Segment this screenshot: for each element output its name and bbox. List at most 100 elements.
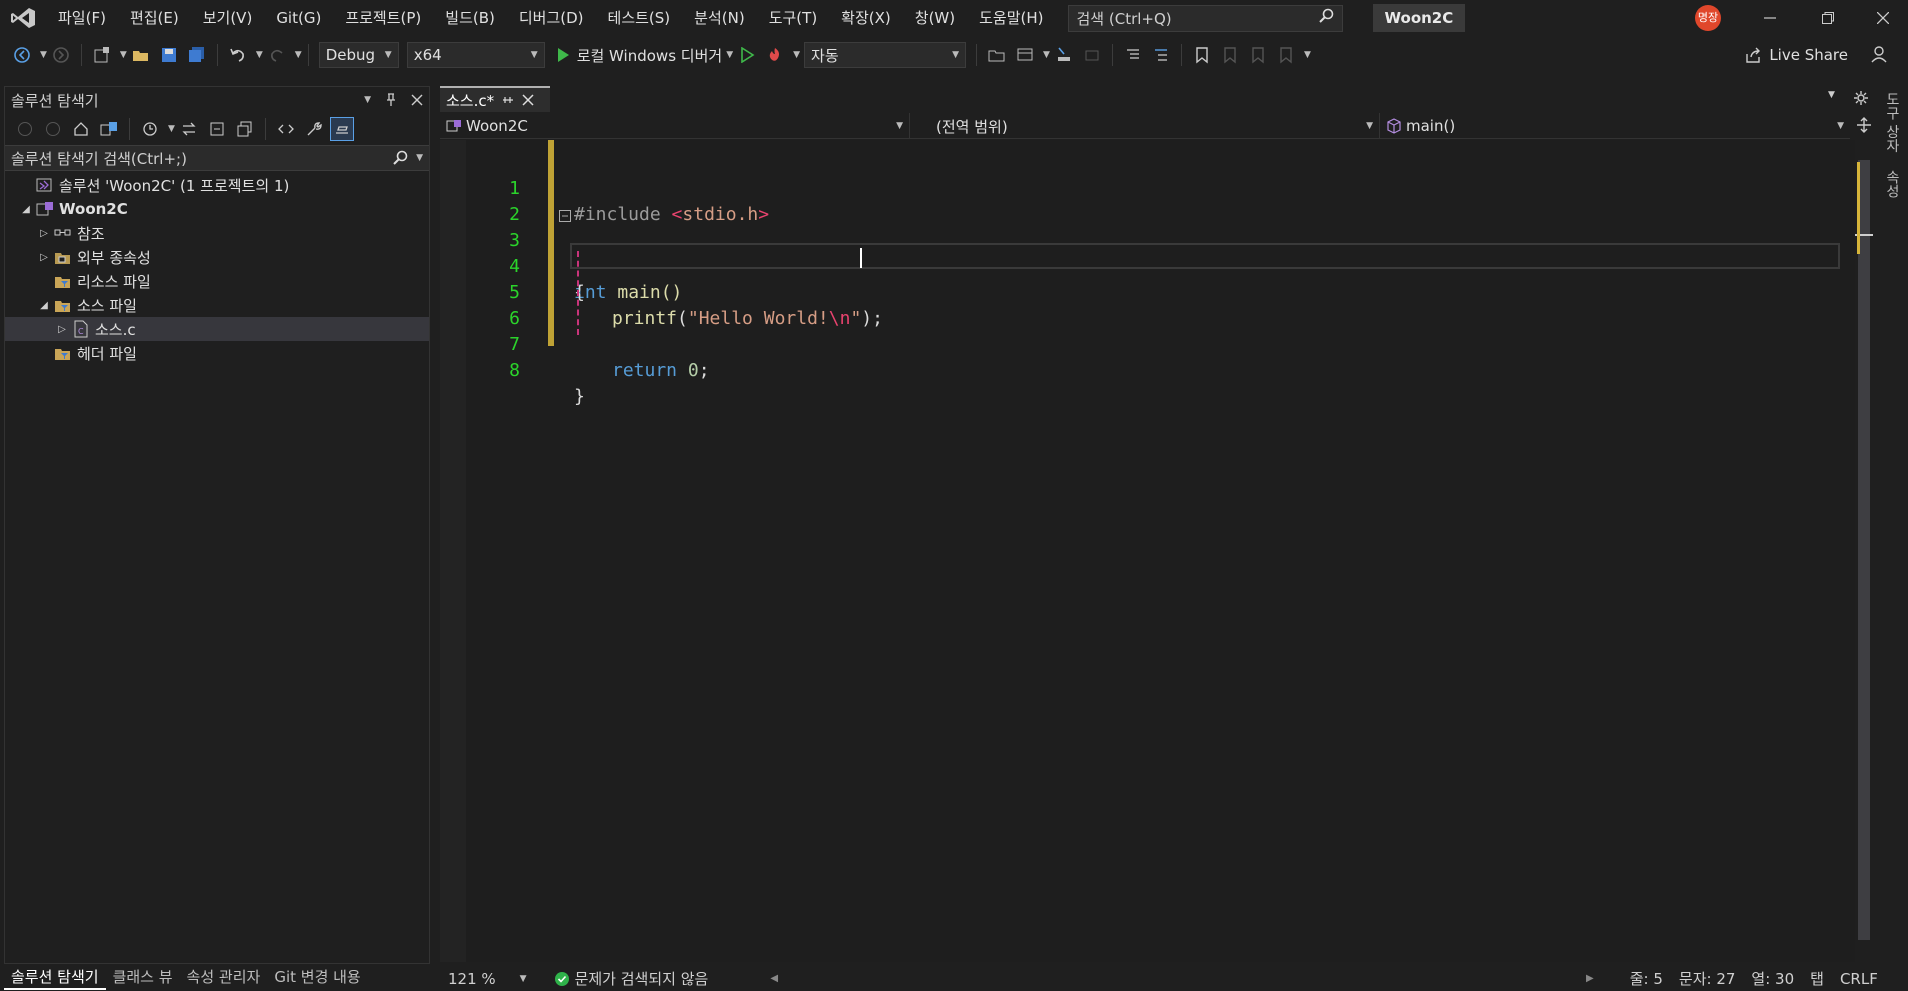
visual-studio-logo-icon[interactable] <box>0 0 46 36</box>
expanded-chevron-icon[interactable]: ◢ <box>17 204 35 215</box>
minimize-button[interactable] <box>1742 0 1798 36</box>
vertical-scrollbar[interactable] <box>1855 140 1873 962</box>
zoom-level[interactable]: 121 % ▼ <box>440 970 535 988</box>
show-all-files-icon[interactable] <box>233 117 257 141</box>
new-project-icon[interactable] <box>90 43 114 67</box>
solution-explorer-search[interactable]: 솔루션 탐색기 검색(Ctrl+;) ▼ <box>5 145 429 171</box>
scope-dropdown[interactable]: (전역 범위) ▼ <box>910 113 1380 139</box>
open-folder-icon[interactable] <box>129 43 153 67</box>
save-icon[interactable] <box>157 43 181 67</box>
save-all-icon[interactable] <box>185 43 209 67</box>
live-share-button[interactable]: Live Share <box>1745 46 1848 64</box>
scroll-left-icon[interactable]: ◀ <box>762 973 786 984</box>
menu-item[interactable]: 도구(T) <box>757 0 829 36</box>
uncomment-lines-icon[interactable] <box>1149 43 1173 67</box>
pending-changes-icon[interactable] <box>138 117 162 141</box>
tab-list-chevron-down-icon[interactable]: ▼ <box>1828 90 1835 100</box>
global-search-box[interactable]: 검색 (Ctrl+Q) <box>1067 4 1343 32</box>
configuration-select[interactable]: Debug ▼ <box>318 42 399 68</box>
menu-item[interactable]: 확장(X) <box>829 0 903 36</box>
view-code-icon[interactable] <box>274 117 298 141</box>
start-without-debugging-icon[interactable] <box>735 43 759 67</box>
pin-tab-icon[interactable] <box>502 94 514 106</box>
chevron-down-icon[interactable]: ▼ <box>256 50 263 60</box>
close-tab-icon[interactable] <box>522 94 534 106</box>
chevron-down-icon[interactable]: ▼ <box>416 153 423 163</box>
scroll-right-icon[interactable]: ▶ <box>1578 973 1602 984</box>
menu-item[interactable]: 창(W) <box>903 0 967 36</box>
redo-icon[interactable] <box>265 43 289 67</box>
tab-source-c[interactable]: 소스.c* <box>440 86 550 112</box>
toolbar-overflow-icon[interactable]: ▼ <box>1304 50 1311 60</box>
column-indicator[interactable]: 열: 30 <box>1743 968 1802 989</box>
collapsed-chevron-icon[interactable]: ▷ <box>35 252 53 263</box>
preview-selected-items-icon[interactable] <box>329 117 354 141</box>
chevron-down-icon[interactable]: ▼ <box>793 50 800 60</box>
chevron-down-icon[interactable]: ▼ <box>120 50 127 60</box>
chevron-down-icon[interactable]: ▼ <box>295 50 302 60</box>
line-indicator[interactable]: 줄: 5 <box>1622 968 1671 989</box>
menu-item[interactable]: 파일(F) <box>46 0 118 36</box>
tree-item[interactable]: 리소스 파일 <box>5 269 429 293</box>
hot-reload-icon[interactable] <box>763 43 787 67</box>
step-over-icon[interactable] <box>1080 43 1104 67</box>
switch-views-icon[interactable] <box>97 117 121 141</box>
project-dropdown[interactable]: Woon2C ▼ <box>440 113 910 139</box>
chevron-down-icon[interactable]: ▼ <box>40 50 47 60</box>
expanded-chevron-icon[interactable]: ◢ <box>35 300 53 311</box>
menu-item[interactable]: Git(G) <box>264 0 333 36</box>
start-debugging-icon[interactable] <box>551 43 575 67</box>
tree-item[interactable]: ▷ 외부 종속성 <box>5 245 429 269</box>
panel-menu-chevron-down-icon[interactable]: ▼ <box>364 95 371 105</box>
close-window-button[interactable] <box>1858 0 1908 36</box>
collapsed-chevron-icon[interactable]: ▷ <box>53 324 71 335</box>
tree-item[interactable]: ▷ 참조 <box>5 221 429 245</box>
collapse-outline-icon[interactable] <box>559 210 571 222</box>
clear-bookmarks-icon[interactable] <box>1274 43 1298 67</box>
chevron-down-icon[interactable]: ▼ <box>726 50 733 60</box>
layout-icon[interactable] <box>1013 43 1037 67</box>
member-dropdown[interactable]: main() ▼ <box>1380 113 1850 139</box>
properties-wrench-icon[interactable] <box>302 117 326 141</box>
start-debugger-button[interactable]: 로컬 Windows 디버거 <box>577 45 723 66</box>
feedback-icon[interactable] <box>1870 44 1890 68</box>
tree-item[interactable]: ◢ Woon2C <box>5 197 429 221</box>
chevron-down-icon[interactable]: ▼ <box>168 124 175 134</box>
issues-indicator[interactable]: 문제가 검색되지 않음 <box>547 968 717 989</box>
code-editor[interactable]: 1 #include <stdio.h> 2 3 int main() 4 { … <box>440 140 1855 962</box>
char-indicator[interactable]: 문자: 27 <box>1671 968 1744 989</box>
sync-with-document-icon[interactable] <box>177 117 201 141</box>
tree-item[interactable]: 솔루션 'Woon2C' (1 프로젝트의 1) <box>5 173 429 197</box>
navigate-forward-icon[interactable] <box>49 43 73 67</box>
indent-mode-indicator[interactable]: 탭 <box>1802 968 1832 989</box>
menu-item[interactable]: 도움말(H) <box>967 0 1055 36</box>
close-panel-icon[interactable] <box>411 94 423 106</box>
bottom-tab[interactable]: 클래스 뷰 <box>106 964 180 990</box>
menu-item[interactable]: 편집(E) <box>118 0 191 36</box>
auto-select[interactable]: 자동 ▼ <box>804 42 967 68</box>
back-icon[interactable] <box>13 117 37 141</box>
gear-icon[interactable] <box>1854 91 1868 105</box>
browse-folder-icon[interactable] <box>985 43 1009 67</box>
menu-item[interactable]: 프로젝트(P) <box>333 0 433 36</box>
home-icon[interactable] <box>69 117 93 141</box>
comment-lines-icon[interactable] <box>1121 43 1145 67</box>
menu-item[interactable]: 보기(V) <box>191 0 265 36</box>
user-avatar[interactable]: 명장 <box>1695 5 1721 31</box>
collapsed-chevron-icon[interactable]: ▷ <box>35 228 53 239</box>
bookmark-icon[interactable] <box>1190 43 1214 67</box>
restore-button[interactable] <box>1800 0 1856 36</box>
line-ending-indicator[interactable]: CRLF <box>1832 970 1886 988</box>
solution-name-badge[interactable]: Woon2C <box>1372 4 1466 32</box>
forward-icon[interactable] <box>41 117 65 141</box>
menu-item[interactable]: 분석(N) <box>682 0 757 36</box>
collapse-all-icon[interactable] <box>205 117 229 141</box>
next-bookmark-icon[interactable] <box>1246 43 1270 67</box>
step-into-icon[interactable] <box>1052 43 1076 67</box>
platform-select[interactable]: x64 ▼ <box>406 42 545 68</box>
bottom-tab[interactable]: 솔루션 탐색기 <box>4 964 106 990</box>
tree-item[interactable]: ◢ 소스 파일 <box>5 293 429 317</box>
scrollbar-thumb[interactable] <box>1858 160 1870 940</box>
menu-item[interactable]: 빌드(B) <box>433 0 507 36</box>
split-window-icon[interactable] <box>1855 116 1873 134</box>
